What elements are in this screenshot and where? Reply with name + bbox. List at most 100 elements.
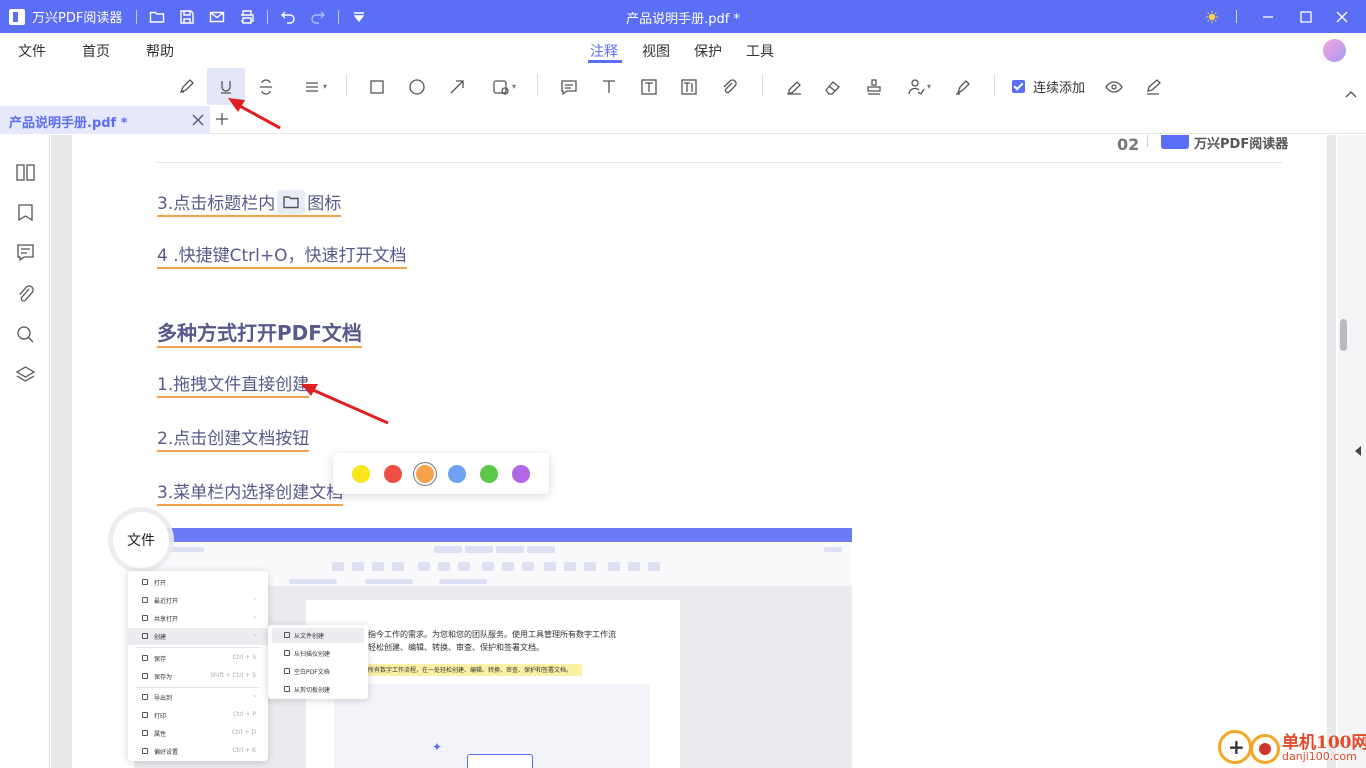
shape-icon[interactable]: ▾ — [482, 68, 526, 105]
right-panel-expand-arrow[interactable] — [1355, 446, 1361, 456]
menu-help[interactable]: 帮助 — [146, 41, 174, 61]
submenu-item: 空白PDF文档 — [272, 664, 364, 679]
attachment-icon[interactable] — [710, 68, 748, 105]
theme-sun-icon[interactable] — [1192, 0, 1232, 33]
menu-item: 保存为 Shift + Ctrl + S — [128, 668, 268, 685]
menu-item: 创建 › — [128, 628, 268, 645]
color-swatch-orange[interactable] — [416, 465, 434, 483]
folder-icon — [277, 190, 306, 214]
doc-heading[interactable]: 多种方式打开PDF文档 — [157, 321, 362, 348]
site-watermark: 单机100网 danji100.com — [1216, 726, 1366, 768]
attachments-icon[interactable] — [13, 282, 37, 306]
create-submenu-popup: 从文件创建 从扫描仪创建 空白PDF文档 从剪切板创建 — [268, 625, 368, 699]
brand-logo — [1161, 135, 1189, 149]
text-align-icon[interactable]: ▾ — [293, 68, 337, 105]
shot-text-3: 所有数字工作流程，在一处轻松创建、编辑、转换、审查、保护和签署文档。 — [368, 667, 573, 674]
submenu-item: 从剪切板创建 — [272, 682, 364, 697]
underline-icon[interactable] — [207, 68, 245, 105]
rectangle-icon[interactable] — [358, 68, 396, 105]
menu-item: 导出到 › — [128, 689, 268, 706]
submenu-item: 从扫描仪创建 — [272, 646, 364, 661]
menu-item: 属性 Ctrl + D — [128, 725, 268, 742]
doc-line-title-bar-icon[interactable]: 3.点击标题栏内 图标 — [157, 190, 342, 217]
add-tab-icon[interactable] — [215, 112, 231, 128]
menu-home[interactable]: 首页 — [82, 41, 110, 61]
color-swatch-red[interactable] — [384, 465, 402, 483]
title-bar: 万兴PDF阅读器 产品说明手册.pdf * — [0, 0, 1366, 33]
highlight-pen-icon[interactable] — [167, 68, 205, 105]
text-icon[interactable] — [590, 68, 628, 105]
shot-text-2: 轻松创建、编辑、转换、审查、保护和签署文档。 — [368, 643, 544, 652]
watermark-url: danji100.com — [1282, 750, 1357, 763]
tab-annotate[interactable]: 注释 — [590, 41, 618, 61]
chevron-up-icon[interactable] — [1344, 88, 1358, 102]
continuous-add-label: 连续添加 — [1033, 81, 1086, 96]
close-icon[interactable] — [1322, 0, 1362, 33]
minimize-icon[interactable] — [1248, 0, 1288, 33]
scrollbar-thumb[interactable] — [1340, 319, 1347, 351]
avatar[interactable] — [1323, 39, 1346, 62]
color-swatch-purple[interactable] — [512, 465, 530, 483]
edit-pen-icon[interactable] — [1134, 68, 1172, 105]
menu-item: 保存 Ctrl + S — [128, 650, 268, 667]
doc-line-drag-create[interactable]: 1.拖拽文件直接创建 — [157, 375, 310, 398]
color-picker-popup — [333, 453, 549, 494]
signature-icon[interactable]: ▾ — [897, 68, 941, 105]
stamp-icon[interactable] — [855, 68, 893, 105]
tab-protect[interactable]: 保护 — [694, 41, 722, 61]
redo-icon[interactable] — [303, 0, 333, 33]
doc-line-part: 图标 — [307, 194, 342, 214]
color-swatch-yellow[interactable] — [352, 465, 370, 483]
page-number: 02 — [1117, 135, 1140, 154]
comment-icon[interactable] — [550, 68, 588, 105]
continuous-add-checkbox[interactable] — [1012, 80, 1025, 93]
maximize-icon[interactable] — [1286, 0, 1326, 33]
dropdown-icon[interactable] — [344, 0, 374, 33]
document-tab-bar: 产品说明手册.pdf * — [0, 106, 1366, 134]
eraser-icon[interactable] — [813, 68, 851, 105]
folder-open-icon[interactable] — [142, 0, 172, 33]
eye-icon[interactable] — [1095, 68, 1133, 105]
watermark-logo — [1218, 730, 1252, 764]
mail-icon[interactable] — [202, 0, 232, 33]
thumbnails-icon[interactable] — [13, 160, 37, 184]
vertical-scrollbar[interactable] — [1338, 135, 1366, 768]
doc-line-create-button[interactable]: 2.点击创建文档按钮 — [157, 429, 310, 452]
menu-file[interactable]: 文件 — [18, 41, 46, 61]
page-brand: 万兴PDF阅读器 — [1194, 137, 1289, 152]
search-icon[interactable] — [13, 322, 37, 346]
textbox-icon[interactable] — [630, 68, 668, 105]
eraser-pen-icon[interactable] — [775, 68, 813, 105]
color-swatch-blue[interactable] — [448, 465, 466, 483]
circle-icon[interactable] — [398, 68, 436, 105]
doc-line-menu-create[interactable]: 3.菜单栏内选择创建文档 — [157, 483, 344, 506]
print-icon[interactable] — [232, 0, 262, 33]
doc-line-shortcut[interactable]: 4 .快捷键Ctrl+O，快速打开文档 — [157, 246, 407, 269]
app-name: 万兴PDF阅读器 — [32, 11, 123, 26]
undo-icon[interactable] — [273, 0, 303, 33]
arrow-icon[interactable] — [438, 68, 476, 105]
header-divider — [157, 162, 1282, 163]
comments-icon[interactable] — [13, 240, 37, 264]
left-sidebar — [0, 135, 50, 768]
pen-sign-icon[interactable] — [943, 68, 981, 105]
menu-item: 共享打开 › — [128, 610, 268, 627]
menu-item: 打开 — [128, 574, 268, 591]
color-swatch-green[interactable] — [480, 465, 498, 483]
shot-text-1: 指今工作的需求。为您和您的团队服务。使用工具管理所有数字工作流 — [368, 630, 616, 639]
menu-item: 最近打开 › — [128, 592, 268, 609]
continuous-add-toggle[interactable]: 连续添加 — [1012, 77, 1085, 96]
save-icon[interactable] — [172, 0, 202, 33]
strikethrough-icon[interactable] — [247, 68, 285, 105]
document-tab[interactable]: 产品说明手册.pdf * — [0, 106, 210, 134]
tab-view[interactable]: 视图 — [642, 41, 670, 61]
document-tab-label: 产品说明手册.pdf * — [9, 116, 128, 131]
bookmark-icon[interactable] — [13, 200, 37, 224]
menu-item: 偏好设置 Ctrl + K — [128, 743, 268, 760]
submenu-item: 从文件创建 — [272, 628, 364, 643]
file-menu-highlight: 文件 — [113, 512, 169, 568]
layers-icon[interactable] — [13, 362, 37, 386]
close-tab-icon[interactable] — [191, 113, 205, 127]
tab-tools[interactable]: 工具 — [746, 41, 774, 61]
text-field-icon[interactable] — [670, 68, 708, 105]
